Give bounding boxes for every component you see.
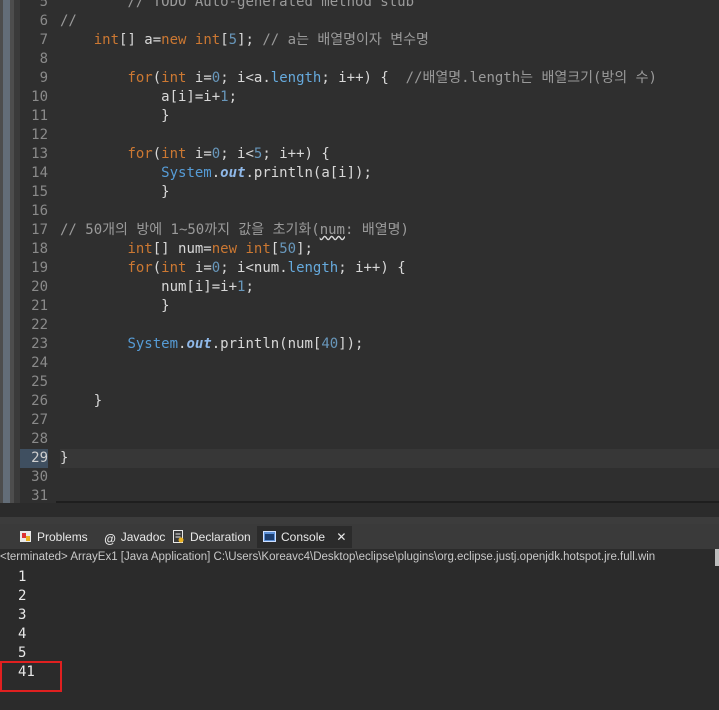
code-line[interactable]	[60, 354, 719, 373]
bottom-panel-tabbar: Problems @ Javadoc Declaration Console ✕	[0, 524, 719, 549]
line-number: 11	[31, 108, 48, 124]
code-line[interactable]: for(int i=0; i<num.length; i++) {	[60, 259, 719, 278]
code-line[interactable]	[60, 430, 719, 449]
line-number: 25	[31, 374, 48, 390]
problems-icon	[20, 531, 31, 542]
code-line[interactable]: }	[60, 297, 719, 316]
line-number: 20	[31, 279, 48, 295]
code-line[interactable]: }	[60, 449, 719, 468]
highlight-box	[0, 661, 62, 692]
line-number: 26	[31, 393, 48, 409]
tab-declaration-label: Declaration	[190, 530, 251, 544]
code-line[interactable]	[60, 487, 719, 503]
code-line[interactable]: System.out.println(a[i]);	[60, 164, 719, 183]
line-number: 12	[31, 127, 48, 143]
code-line[interactable]: a[i]=i+1;	[60, 88, 719, 107]
code-line[interactable]	[60, 202, 719, 221]
line-number: 13	[31, 146, 48, 162]
code-line[interactable]: System.out.println(num[40]);	[60, 335, 719, 354]
code-line[interactable]: }	[60, 183, 719, 202]
editor-left-strip	[0, 0, 14, 503]
code-editor[interactable]: ‹ › 5 // TODO Auto-generated method stub…	[0, 0, 719, 503]
line-number: 8	[39, 51, 48, 67]
code-line[interactable]: for(int i=0; i<5; i++) {	[60, 145, 719, 164]
line-number: 14	[31, 165, 48, 181]
console-view[interactable]: <terminated> ArrayEx1 [Java Application]…	[0, 549, 719, 710]
line-number: 6	[39, 13, 48, 29]
console-output-line: 1	[18, 569, 27, 585]
tab-console[interactable]: Console ✕	[257, 526, 353, 548]
code-line[interactable]	[60, 411, 719, 430]
tab-javadoc-label: Javadoc	[120, 530, 166, 544]
console-output-line: 2	[18, 588, 27, 604]
line-number: 28	[31, 431, 48, 447]
tab-declaration[interactable]: Declaration	[172, 526, 251, 548]
line-number: 31	[31, 488, 48, 503]
line-number: 15	[31, 184, 48, 200]
line-number: 18	[31, 241, 48, 257]
code-line[interactable]: num[i]=i+1;	[60, 278, 719, 297]
code-line[interactable]: //	[60, 12, 719, 31]
code-line[interactable]: for(int i=0; i<a.length; i++) { //배열명.le…	[60, 69, 719, 88]
line-number: 19	[31, 260, 48, 276]
declaration-icon	[173, 530, 184, 543]
code-line[interactable]	[60, 468, 719, 487]
code-line[interactable]: int[] a=new int[5]; // a는 배열명이자 변수명	[60, 31, 719, 50]
console-output-line: 3	[18, 607, 27, 623]
line-number: 10	[31, 89, 48, 105]
code-line[interactable]: }	[60, 392, 719, 411]
close-icon[interactable]: ✕	[336, 530, 346, 544]
line-number: 27	[31, 412, 48, 428]
line-number: 9	[39, 70, 48, 86]
console-output-line: 4	[18, 626, 27, 642]
javadoc-icon: @	[104, 532, 116, 546]
line-number: 17	[31, 222, 48, 238]
line-number: 21	[31, 298, 48, 314]
line-number: 16	[31, 203, 48, 219]
panel-divider[interactable]	[0, 517, 719, 524]
code-line[interactable]	[60, 316, 719, 335]
code-line[interactable]: }	[60, 107, 719, 126]
code-line[interactable]: int[] num=new int[50];	[60, 240, 719, 259]
console-scrollbar[interactable]	[715, 549, 719, 566]
tab-javadoc[interactable]: @ Javadoc	[104, 526, 165, 548]
line-number: 29	[20, 449, 48, 468]
code-line[interactable]: // 50개의 방에 1~50까지 값을 초기화(num: 배열명)	[60, 221, 719, 240]
console-status: <terminated> ArrayEx1 [Java Application]…	[0, 551, 656, 563]
code-line[interactable]	[60, 373, 719, 392]
line-number: 23	[31, 336, 48, 352]
line-number: 7	[39, 32, 48, 48]
code-line[interactable]: // TODO Auto-generated method stub	[60, 0, 719, 12]
tab-console-label: Console	[281, 530, 326, 544]
code-line[interactable]	[60, 50, 719, 69]
line-number: 5	[39, 0, 48, 10]
console-icon	[263, 531, 276, 542]
tab-problems-label: Problems	[37, 530, 88, 544]
line-number: 24	[31, 355, 48, 371]
code-line[interactable]	[60, 126, 719, 145]
line-number: 22	[31, 317, 48, 333]
line-number: 30	[31, 469, 48, 485]
tab-problems[interactable]: Problems	[19, 526, 88, 548]
